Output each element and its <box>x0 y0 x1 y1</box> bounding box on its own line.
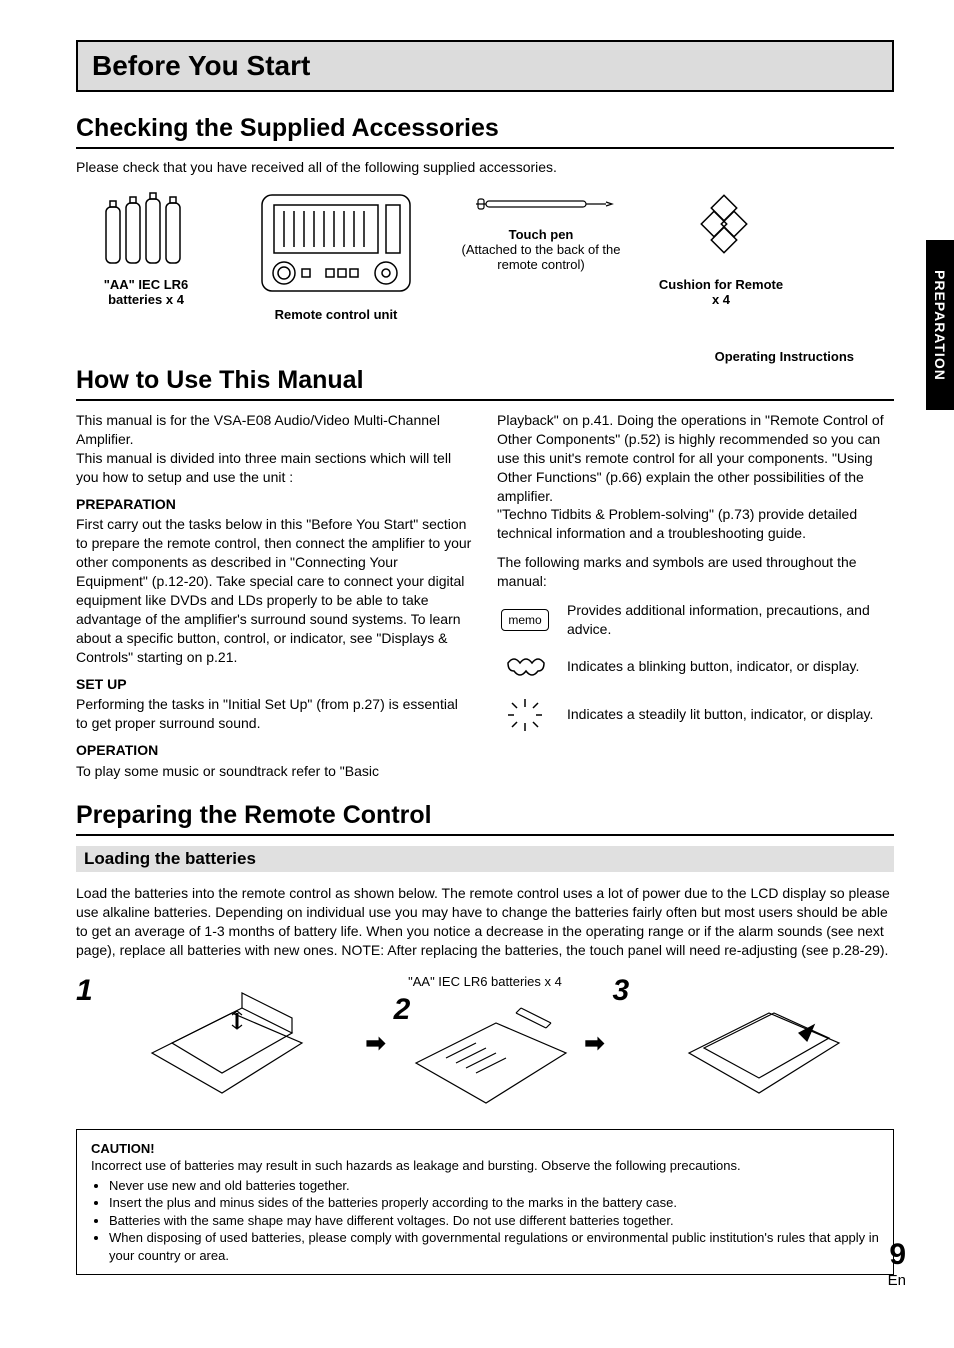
steady-icon <box>497 695 553 735</box>
touchpen-label: Touch pen <box>509 227 574 242</box>
op-head: OPERATION <box>76 741 473 760</box>
cushion-label: Cushion for Remote x 4 <box>656 277 786 307</box>
page-footer: 9 En <box>888 1238 906 1289</box>
touchpen-icon <box>466 189 616 219</box>
caution-title: CAUTION! <box>91 1140 879 1158</box>
caution-bullet: Insert the plus and minus sides of the b… <box>109 1194 879 1212</box>
op-instructions-label: Operating Instructions <box>715 349 854 364</box>
accessories-row: "AA" IEC LR6 batteries x 4 <box>76 189 894 322</box>
howto-col2: Playback" on p.41. Doing the operations … <box>497 411 894 781</box>
setup-head: SET UP <box>76 675 473 694</box>
chapter-title: Before You Start <box>92 50 878 82</box>
caution-bullet: When disposing of used batteries, please… <box>109 1229 879 1264</box>
step-1-img <box>97 983 358 1103</box>
arrow-icon: ➡ <box>366 1029 386 1058</box>
accessories-intro: Please check that you have received all … <box>76 159 894 175</box>
remote-label: Remote control unit <box>275 307 398 322</box>
arrow-icon-2: ➡ <box>584 1029 604 1058</box>
page-number: 9 <box>888 1238 906 1272</box>
section-heading-accessories: Checking the Supplied Accessories <box>76 114 894 149</box>
caution-box: CAUTION! Incorrect use of batteries may … <box>76 1129 894 1276</box>
steps-row: 1 ➡ "AA" IEC LR6 batteries x 4 2 <box>76 974 894 1113</box>
caution-bullet: Never use new and old batteries together… <box>109 1177 879 1195</box>
op-body: To play some music or soundtrack refer t… <box>76 762 473 781</box>
side-tab-preparation: PREPARATION <box>926 240 954 410</box>
touchpen-sub: (Attached to the back of the remote cont… <box>456 242 626 272</box>
howto-col1: This manual is for the VSA-E08 Audio/Vid… <box>76 411 473 781</box>
step-2-img <box>406 993 576 1113</box>
caution-bullet: Batteries with the same shape may have d… <box>109 1212 879 1230</box>
prep-head: PREPARATION <box>76 495 473 514</box>
step-3-num: 3 <box>612 974 629 1008</box>
blink-desc: Indicates a blinking button, indicator, … <box>567 657 894 676</box>
step-1-num: 1 <box>76 974 93 1008</box>
memo-icon: memo <box>497 609 553 631</box>
prep-body: First carry out the tasks below in this … <box>76 515 473 666</box>
section-heading-remote: Preparing the Remote Control <box>76 801 894 836</box>
col2-p3: The following marks and symbols are used… <box>497 553 894 591</box>
step-2-label: "AA" IEC LR6 batteries x 4 <box>408 974 562 989</box>
loading-body: Load the batteries into the remote contr… <box>76 884 894 960</box>
batteries-label: "AA" IEC LR6 batteries x 4 <box>76 277 216 307</box>
cushion-icon <box>681 189 761 269</box>
blink-icon <box>497 649 553 685</box>
chapter-title-box: Before You Start <box>76 40 894 92</box>
col2-p1: Playback" on p.41. Doing the operations … <box>497 411 894 505</box>
page-lang: En <box>888 1272 906 1289</box>
remote-icon <box>256 189 416 299</box>
setup-body: Performing the tasks in "Initial Set Up"… <box>76 695 473 733</box>
batteries-icon <box>96 189 196 269</box>
howto-p1: This manual is for the VSA-E08 Audio/Vid… <box>76 411 473 449</box>
step-3-img <box>633 983 894 1103</box>
steady-desc: Indicates a steadily lit button, indicat… <box>567 705 894 724</box>
caution-intro: Incorrect use of batteries may result in… <box>91 1157 879 1175</box>
section-heading-howto: How to Use This Manual <box>76 366 894 401</box>
sub-heading-loading: Loading the batteries <box>76 846 894 872</box>
memo-desc: Provides additional information, precaut… <box>567 601 894 639</box>
howto-p2: This manual is divided into three main s… <box>76 449 473 487</box>
col2-p2: "Techno Tidbits & Problem-solving" (p.73… <box>497 505 894 543</box>
